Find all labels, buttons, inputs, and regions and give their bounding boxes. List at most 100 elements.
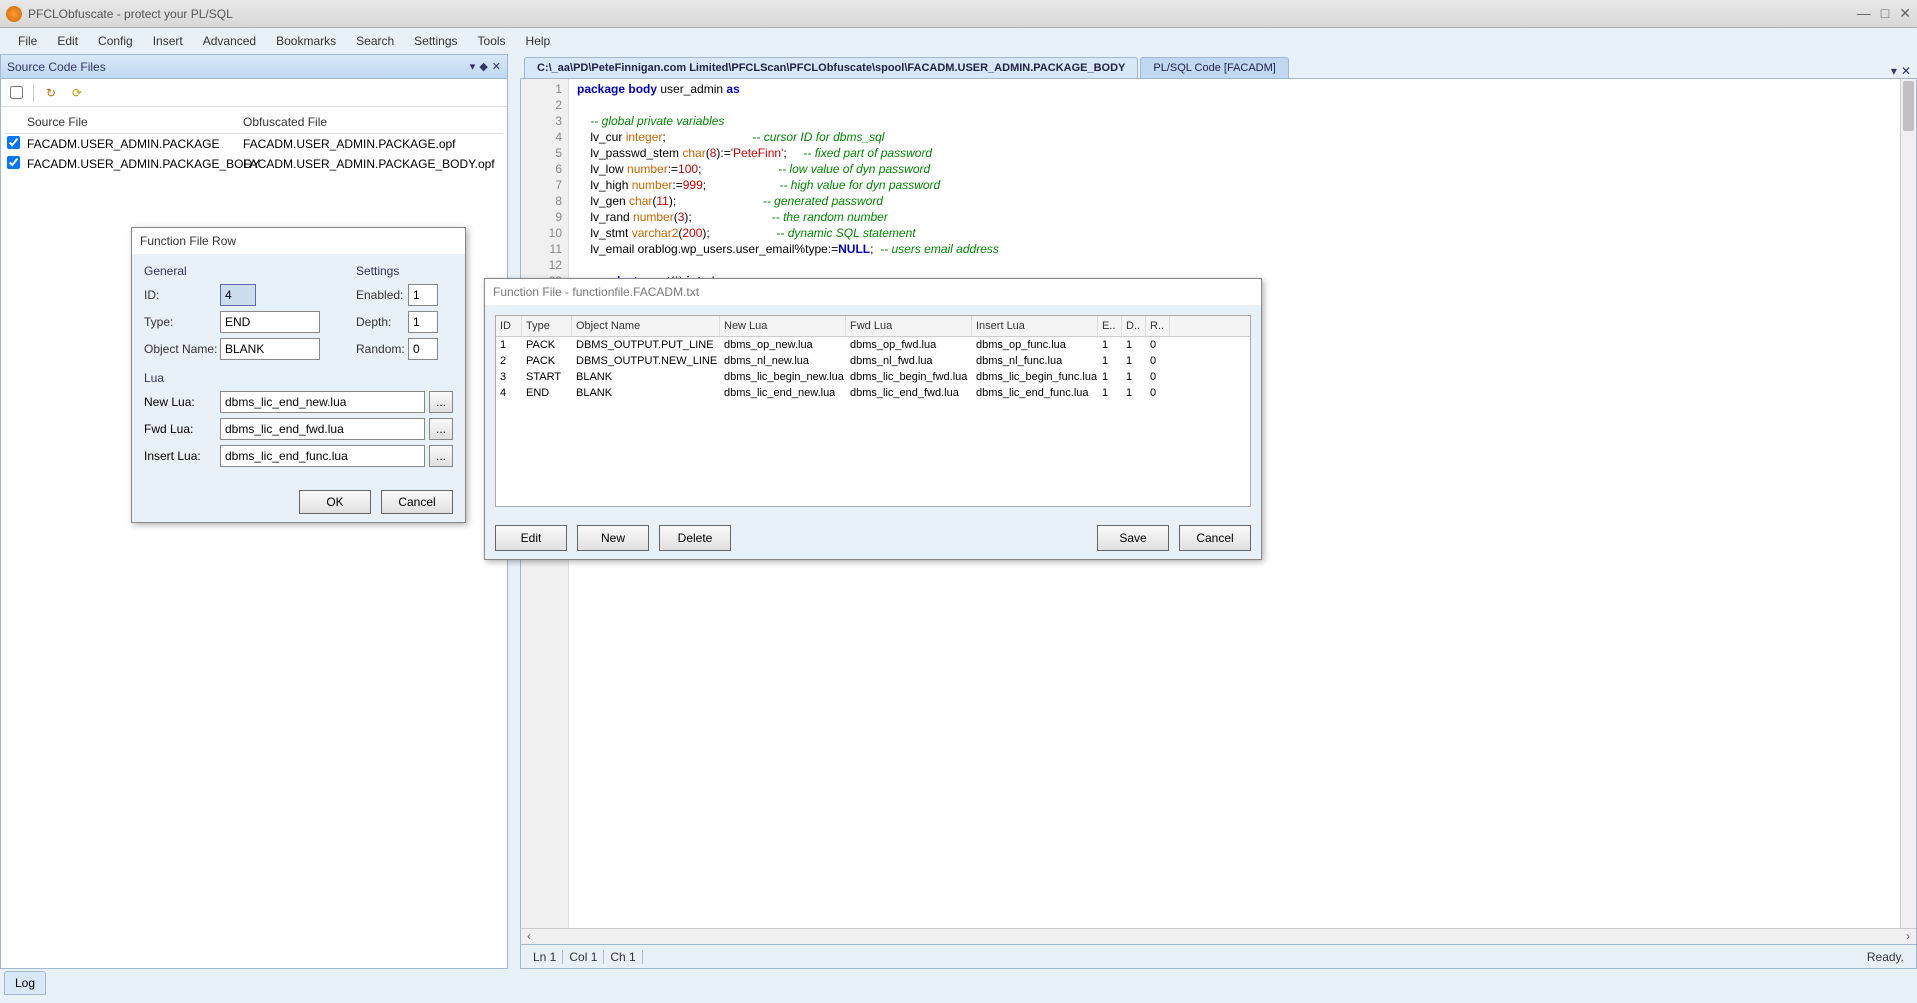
panel-pin-icon[interactable]: ◆ <box>479 60 487 73</box>
cancel-button[interactable]: Cancel <box>1179 525 1251 551</box>
grid-row[interactable]: 2PACKDBMS_OUTPUT.NEW_LINEdbms_nl_new.lua… <box>496 353 1250 369</box>
status-line: Ln 1 <box>527 950 563 964</box>
col-newlua[interactable]: New Lua <box>720 316 846 336</box>
tab-dropdown-icon[interactable]: ▾ <box>1891 64 1897 78</box>
inslua-input[interactable] <box>220 445 425 467</box>
general-label: General <box>144 264 344 278</box>
function-file-row-dialog: Function File Row General ID: Type: <box>131 227 466 523</box>
newlua-browse-button[interactable]: ... <box>429 391 453 413</box>
newlua-label: New Lua: <box>144 395 216 409</box>
status-col: Col 1 <box>563 950 604 964</box>
toolbar-divider <box>33 84 34 102</box>
file-source: FACADM.USER_ADMIN.PACKAGE_BODY <box>25 157 243 171</box>
random-label: Random: <box>356 342 408 356</box>
titlebar: PFCLObfuscate - protect your PL/SQL — □ … <box>0 0 1917 28</box>
window-title: PFCLObfuscate - protect your PL/SQL <box>28 7 233 21</box>
file-row[interactable]: FACADM.USER_ADMIN.PACKAGE FACADM.USER_AD… <box>5 134 503 154</box>
grid-row[interactable]: 4ENDBLANKdbms_lic_end_new.luadbms_lic_en… <box>496 385 1250 401</box>
col-source[interactable]: Source File <box>25 115 243 129</box>
function-file-grid: ID Type Object Name New Lua Fwd Lua Inse… <box>495 315 1251 507</box>
col-fwdlua[interactable]: Fwd Lua <box>846 316 972 336</box>
new-button[interactable]: New <box>577 525 649 551</box>
source-files-header: Source Code Files ▾ ◆ ✕ <box>1 55 507 79</box>
menu-advanced[interactable]: Advanced <box>193 30 266 52</box>
random-input[interactable] <box>408 338 438 360</box>
file-checkbox[interactable] <box>7 156 20 169</box>
file-row[interactable]: FACADM.USER_ADMIN.PACKAGE_BODY FACADM.US… <box>5 154 503 174</box>
type-label: Type: <box>144 315 220 329</box>
fwdlua-browse-button[interactable]: ... <box>429 418 453 440</box>
close-icon[interactable]: ✕ <box>1899 5 1911 22</box>
menu-bookmarks[interactable]: Bookmarks <box>266 30 346 52</box>
fwdlua-input[interactable] <box>220 418 425 440</box>
scroll-left-icon[interactable]: ‹ <box>521 929 537 944</box>
fwdlua-label: Fwd Lua: <box>144 422 216 436</box>
app-icon <box>6 6 22 22</box>
id-input[interactable] <box>220 284 256 306</box>
col-random[interactable]: R.. <box>1146 316 1170 336</box>
tab-active-file[interactable]: C:\_aa\PD\PeteFinnigan.com Limited\PFCLS… <box>524 57 1138 78</box>
menu-settings[interactable]: Settings <box>404 30 467 52</box>
checkbox-icon[interactable] <box>7 84 25 102</box>
col-obfuscated[interactable]: Obfuscated File <box>243 115 503 129</box>
function-file-dialog: Function File - functionfile.FACADM.txt … <box>484 278 1262 560</box>
tab-plsql-code[interactable]: PL/SQL Code [FACADM] <box>1140 57 1288 78</box>
sync-icon[interactable]: ⟳ <box>68 84 86 102</box>
cancel-button[interactable]: Cancel <box>381 490 453 514</box>
col-object[interactable]: Object Name <box>572 316 720 336</box>
depth-label: Depth: <box>356 315 408 329</box>
file-obfuscated: FACADM.USER_ADMIN.PACKAGE_BODY.opf <box>243 157 503 171</box>
depth-input[interactable] <box>408 311 438 333</box>
scrollbar-thumb[interactable] <box>1903 81 1914 131</box>
source-files-panel: Source Code Files ▾ ◆ ✕ ↻ ⟳ Source File … <box>0 54 508 969</box>
ok-button[interactable]: OK <box>299 490 371 514</box>
object-input[interactable] <box>220 338 320 360</box>
source-file-list: Source File Obfuscated File FACADM.USER_… <box>1 107 507 178</box>
inslua-label: Insert Lua: <box>144 449 216 463</box>
status-ch: Ch 1 <box>604 950 642 964</box>
maximize-icon[interactable]: □ <box>1881 5 1889 22</box>
scroll-right-icon[interactable]: › <box>1900 929 1916 944</box>
refresh-icon[interactable]: ↻ <box>42 84 60 102</box>
editor-tabs: C:\_aa\PD\PeteFinnigan.com Limited\PFCLS… <box>520 54 1917 78</box>
inslua-browse-button[interactable]: ... <box>429 445 453 467</box>
file-obfuscated: FACADM.USER_ADMIN.PACKAGE.opf <box>243 137 503 151</box>
settings-label: Settings <box>356 264 452 278</box>
menu-file[interactable]: File <box>8 30 47 52</box>
log-tab[interactable]: Log <box>4 971 46 995</box>
tab-close-icon[interactable]: ✕ <box>1901 64 1911 78</box>
col-depth[interactable]: D.. <box>1122 316 1146 336</box>
bottombar: Log <box>0 969 1917 1003</box>
menu-insert[interactable]: Insert <box>143 30 193 52</box>
col-inslua[interactable]: Insert Lua <box>972 316 1098 336</box>
save-button[interactable]: Save <box>1097 525 1169 551</box>
editor-statusbar: Ln 1 Col 1 Ch 1 Ready. <box>521 944 1916 968</box>
enabled-input[interactable] <box>408 284 438 306</box>
file-source: FACADM.USER_ADMIN.PACKAGE <box>25 137 243 151</box>
menu-edit[interactable]: Edit <box>47 30 88 52</box>
menu-search[interactable]: Search <box>346 30 404 52</box>
edit-button[interactable]: Edit <box>495 525 567 551</box>
vertical-scrollbar[interactable] <box>1900 79 1916 928</box>
delete-button[interactable]: Delete <box>659 525 731 551</box>
col-enabled[interactable]: E.. <box>1098 316 1122 336</box>
type-input[interactable] <box>220 311 320 333</box>
file-checkbox[interactable] <box>7 136 20 149</box>
grid-row[interactable]: 3STARTBLANKdbms_lic_begin_new.luadbms_li… <box>496 369 1250 385</box>
file-list-header: Source File Obfuscated File <box>5 111 503 134</box>
col-type[interactable]: Type <box>522 316 572 336</box>
grid-row[interactable]: 1PACKDBMS_OUTPUT.PUT_LINEdbms_op_new.lua… <box>496 337 1250 353</box>
ffrow-title: Function File Row <box>132 228 465 254</box>
newlua-input[interactable] <box>220 391 425 413</box>
menu-config[interactable]: Config <box>88 30 143 52</box>
panel-close-icon[interactable]: ✕ <box>492 60 501 73</box>
id-label: ID: <box>144 288 220 302</box>
horizontal-scrollbar[interactable]: ‹ › <box>521 928 1916 944</box>
col-id[interactable]: ID <box>496 316 522 336</box>
panel-dropdown-icon[interactable]: ▾ <box>470 60 476 73</box>
source-toolbar: ↻ ⟳ <box>1 79 507 107</box>
minimize-icon[interactable]: — <box>1857 5 1871 22</box>
source-files-title: Source Code Files <box>7 60 106 74</box>
menu-tools[interactable]: Tools <box>468 30 516 52</box>
menu-help[interactable]: Help <box>516 30 561 52</box>
